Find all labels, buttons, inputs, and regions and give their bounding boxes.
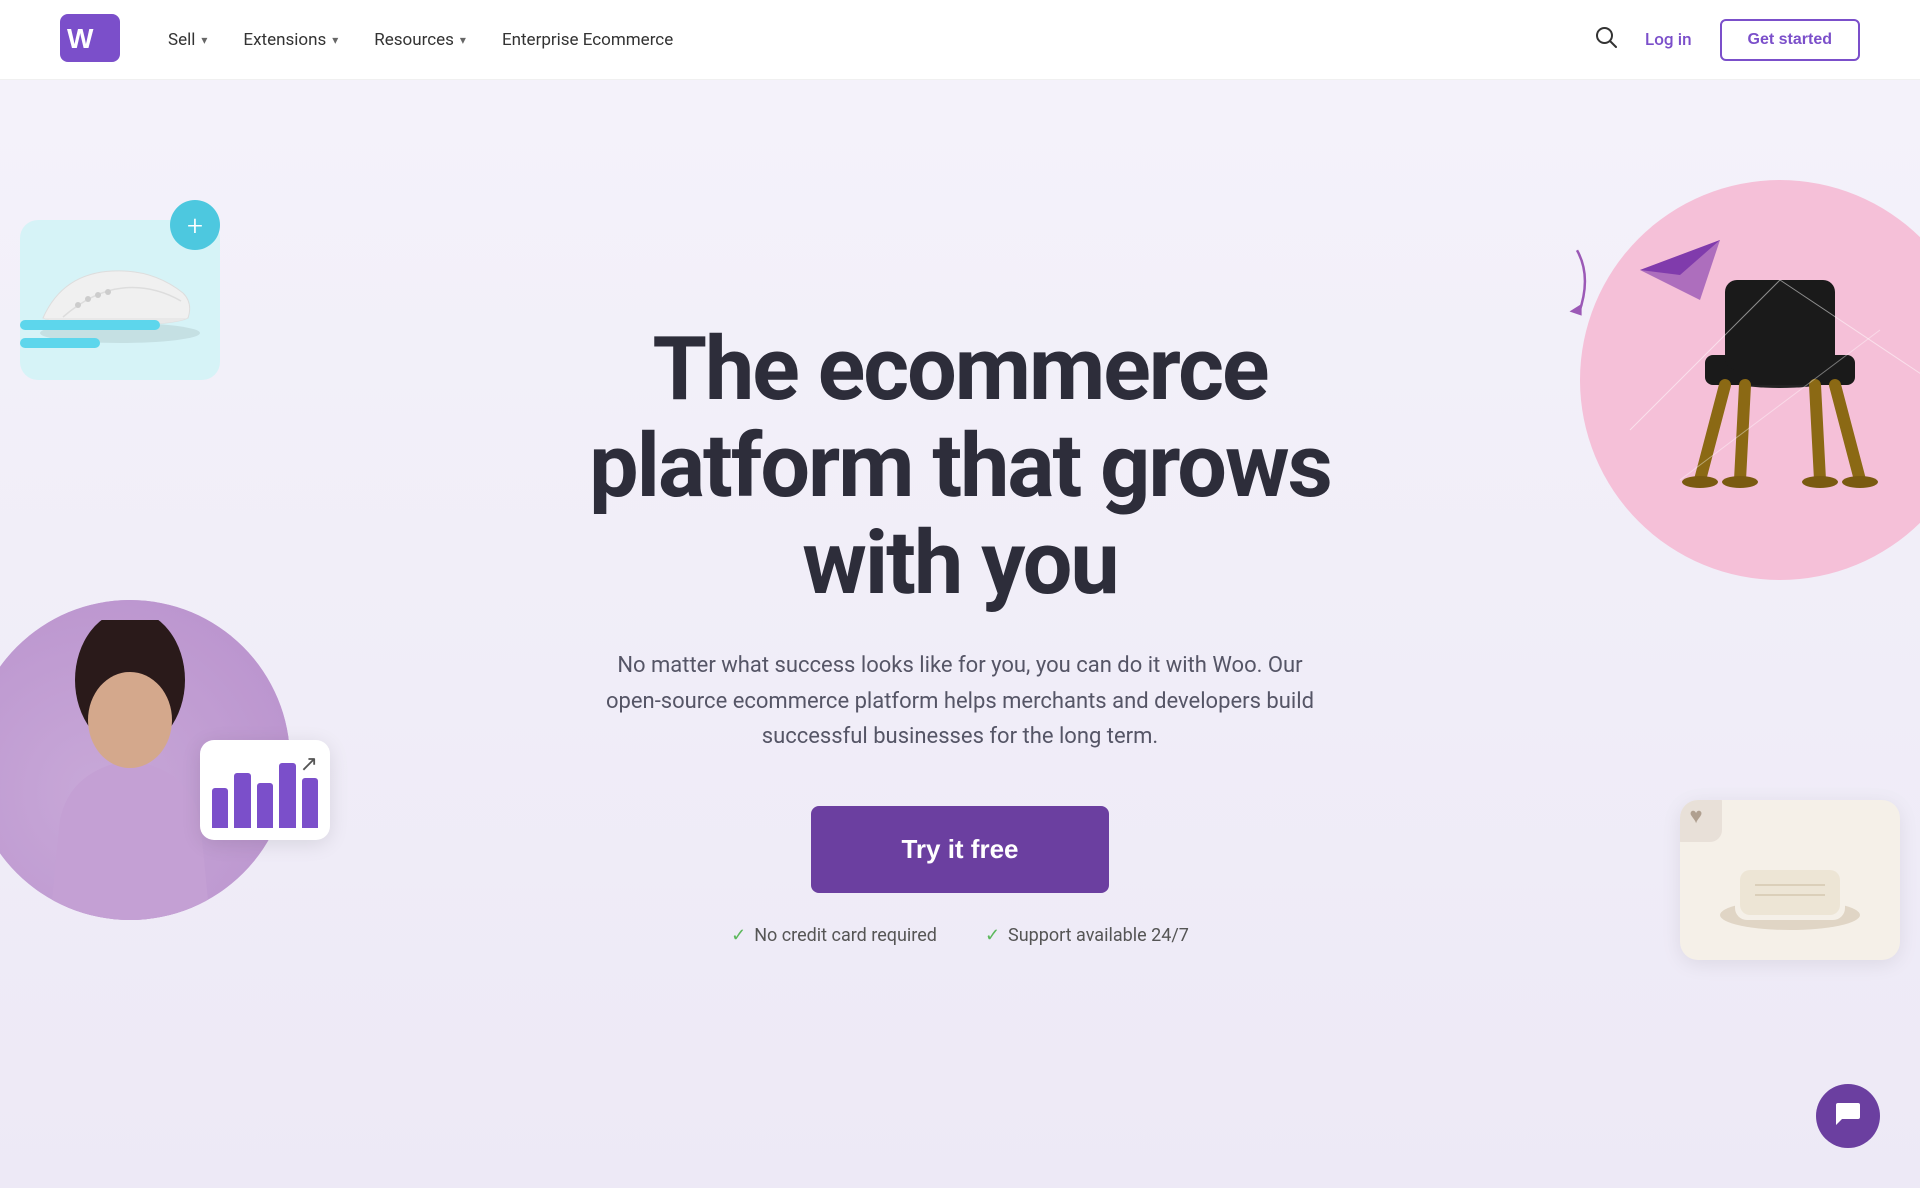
nav-enterprise-label: Enterprise Ecommerce [502,30,673,50]
card-line-1 [20,320,160,330]
nav-extensions-chevron: ▾ [332,33,338,47]
navbar: W Sell ▾ Extensions ▾ Resources ▾ Enterp… [0,0,1920,80]
hero-section: + ↗ [0,80,1920,1188]
plus-circle-icon: + [170,200,220,250]
hero-title-line2: platform that grows [589,415,1331,518]
nav-extensions[interactable]: Extensions ▾ [243,30,338,50]
pink-circle-decoration [1580,180,1920,580]
hero-title-line1: The ecommerce [652,318,1267,421]
product-soap-card: ♥ [1680,800,1900,960]
hero-badges: ✓ No credit card required ✓ Support avai… [589,925,1331,946]
hero-content: The ecommerce platform that grows with y… [549,322,1371,946]
badge-no-credit-card: ✓ No credit card required [731,925,937,946]
badge-support: ✓ Support available 24/7 [985,925,1189,946]
check-icon-2: ✓ [985,925,1000,946]
heart-icon: ♥ [1689,803,1702,829]
nav-links: Sell ▾ Extensions ▾ Resources ▾ Enterpri… [168,30,1595,50]
trend-arrow: ↗ [300,752,318,777]
logo[interactable]: W [60,14,120,66]
nav-enterprise[interactable]: Enterprise Ecommerce [502,30,673,50]
bar-1 [212,788,228,828]
stats-chart-card: ↗ [200,740,330,840]
product-card-lines [20,320,160,356]
nav-resources-label: Resources [374,30,454,50]
login-button[interactable]: Log in [1645,30,1691,50]
nav-resources-chevron: ▾ [460,33,466,47]
hero-subtitle: No matter what success looks like for yo… [600,648,1320,754]
heart-badge: ♥ [1680,800,1722,842]
get-started-button[interactable]: Get started [1720,19,1860,61]
bar-4 [279,763,295,828]
nav-right: Log in Get started [1595,19,1860,61]
hero-title-line3: with you [802,512,1117,615]
bar-2 [234,773,250,828]
badge-2-text: Support available 24/7 [1008,925,1189,946]
right-decorations: ♥ [1620,120,1920,1020]
bar-5 [302,778,318,828]
chat-button[interactable] [1816,1084,1880,1148]
card-line-2 [20,338,100,348]
nav-resources[interactable]: Resources ▾ [374,30,466,50]
left-decorations: + ↗ [0,140,300,940]
bar-3 [257,783,273,828]
svg-text:W: W [67,23,94,54]
chat-icon [1834,1099,1862,1134]
nav-sell-chevron: ▾ [201,33,207,47]
hero-title: The ecommerce platform that grows with y… [589,322,1331,612]
search-button[interactable] [1595,26,1617,53]
nav-sell[interactable]: Sell ▾ [168,30,207,50]
check-icon-1: ✓ [731,925,746,946]
try-it-free-button[interactable]: Try it free [811,806,1108,893]
nav-extensions-label: Extensions [243,30,326,50]
nav-sell-label: Sell [168,30,195,50]
badge-1-text: No credit card required [754,925,937,946]
